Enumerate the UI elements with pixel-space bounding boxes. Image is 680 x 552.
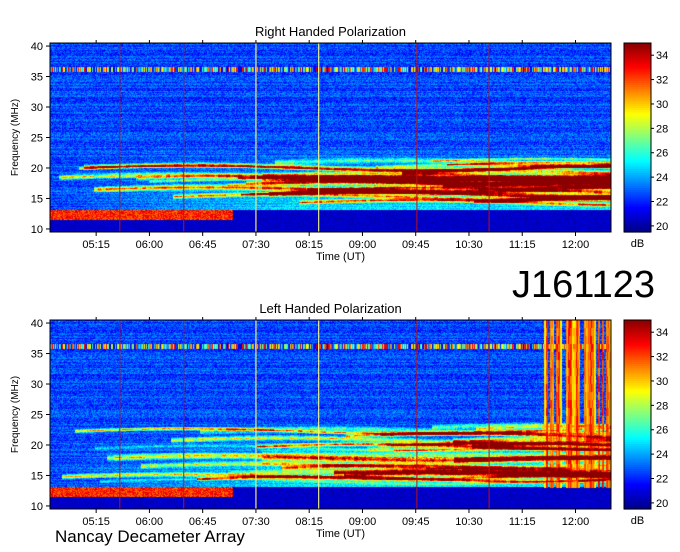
y-tick-label: 10: [31, 501, 43, 513]
y-tick-label: 25: [31, 410, 43, 422]
y-tick-label: 20: [31, 440, 43, 452]
colorbar-label: dB: [631, 515, 644, 527]
x-tick-label: 12:00: [562, 239, 590, 251]
colorbar-tick-label: 26: [656, 425, 668, 437]
x-tick-label: 06:00: [136, 239, 164, 251]
y-tick-label: 10: [31, 224, 43, 236]
colorbar-label: dB: [631, 238, 644, 250]
x-tick-label: 12:00: [562, 516, 590, 528]
x-tick-label: 08:15: [295, 239, 323, 251]
x-tick-label: 09:45: [402, 516, 430, 528]
colorbar-tick-label: 24: [656, 449, 668, 461]
x-tick-label: 08:15: [295, 516, 323, 528]
x-tick-label: 09:45: [402, 239, 430, 251]
y-tick-label: 35: [31, 72, 43, 84]
x-tick-label: 10:30: [455, 516, 483, 528]
y-tick-label: 30: [31, 102, 43, 114]
colorbar-tick-label: 32: [656, 352, 668, 364]
spectrogram-image: [50, 43, 611, 232]
x-tick-label: 05:15: [82, 239, 110, 251]
colorbar-tick-label: 32: [656, 75, 668, 87]
colorbar: 20 22 24 26 28 30 32 34 dB: [623, 319, 668, 527]
x-tick-label: 07:30: [242, 516, 270, 528]
y-tick-label: 15: [31, 470, 43, 482]
y-tick-label: 40: [31, 41, 43, 53]
x-tick-label: 06:45: [189, 239, 217, 251]
colorbar-tick-label: 28: [656, 123, 668, 135]
spectrogram-image: [50, 320, 611, 509]
colorbar-tick-label: 28: [656, 400, 668, 412]
footer-label: Nancay Decameter Array: [55, 527, 245, 546]
colorbar-tick-label: 20: [656, 221, 668, 233]
x-tick-label: 10:30: [455, 239, 483, 251]
y-tick-label: 20: [31, 163, 43, 175]
spectrogram-panel-1: Right Handed Polarization 05:15 06:00 06:45…: [10, 24, 668, 263]
y-tick-label: 15: [31, 193, 43, 205]
colorbar-tick-label: 34: [656, 50, 668, 62]
colorbar-tick-label: 22: [656, 474, 668, 486]
x-tick-label: 11:15: [509, 516, 536, 528]
x-tick-label: 09:00: [349, 516, 377, 528]
x-tick-label: 07:30: [242, 239, 270, 251]
x-axis-label: Time (UT): [316, 251, 365, 263]
colorbar-tick-label: 30: [656, 99, 668, 111]
colorbar-tick-label: 24: [656, 172, 668, 184]
x-axis-label: Time (UT): [316, 528, 365, 540]
panel-title: Left Handed Polarization: [259, 301, 401, 316]
day-label: J161123: [512, 264, 655, 306]
colorbar-tick-label: 22: [656, 197, 668, 209]
y-tick-label: 35: [31, 349, 43, 361]
y-tick-label: 30: [31, 379, 43, 391]
panel-title: Right Handed Polarization: [255, 24, 406, 39]
x-tick-label: 09:00: [349, 239, 377, 251]
colorbar-tick-label: 26: [656, 148, 668, 160]
y-tick-label: 40: [31, 318, 43, 330]
y-axis-label: Frequency (MHz): [10, 99, 21, 176]
colorbar: 20 22 24 26 28 30 32 34 dB: [623, 42, 668, 250]
y-axis-label: Frequency (MHz): [10, 376, 21, 453]
colorbar-tick-label: 30: [656, 376, 668, 388]
spectrogram-panel-2: Left Handed Polarization05:15 06:00 06:45 0…: [10, 301, 668, 540]
x-tick-label: 11:15: [509, 239, 536, 251]
colorbar-tick-label: 20: [656, 498, 668, 510]
y-tick-label: 25: [31, 133, 43, 145]
colorbar-tick-label: 34: [656, 327, 668, 339]
